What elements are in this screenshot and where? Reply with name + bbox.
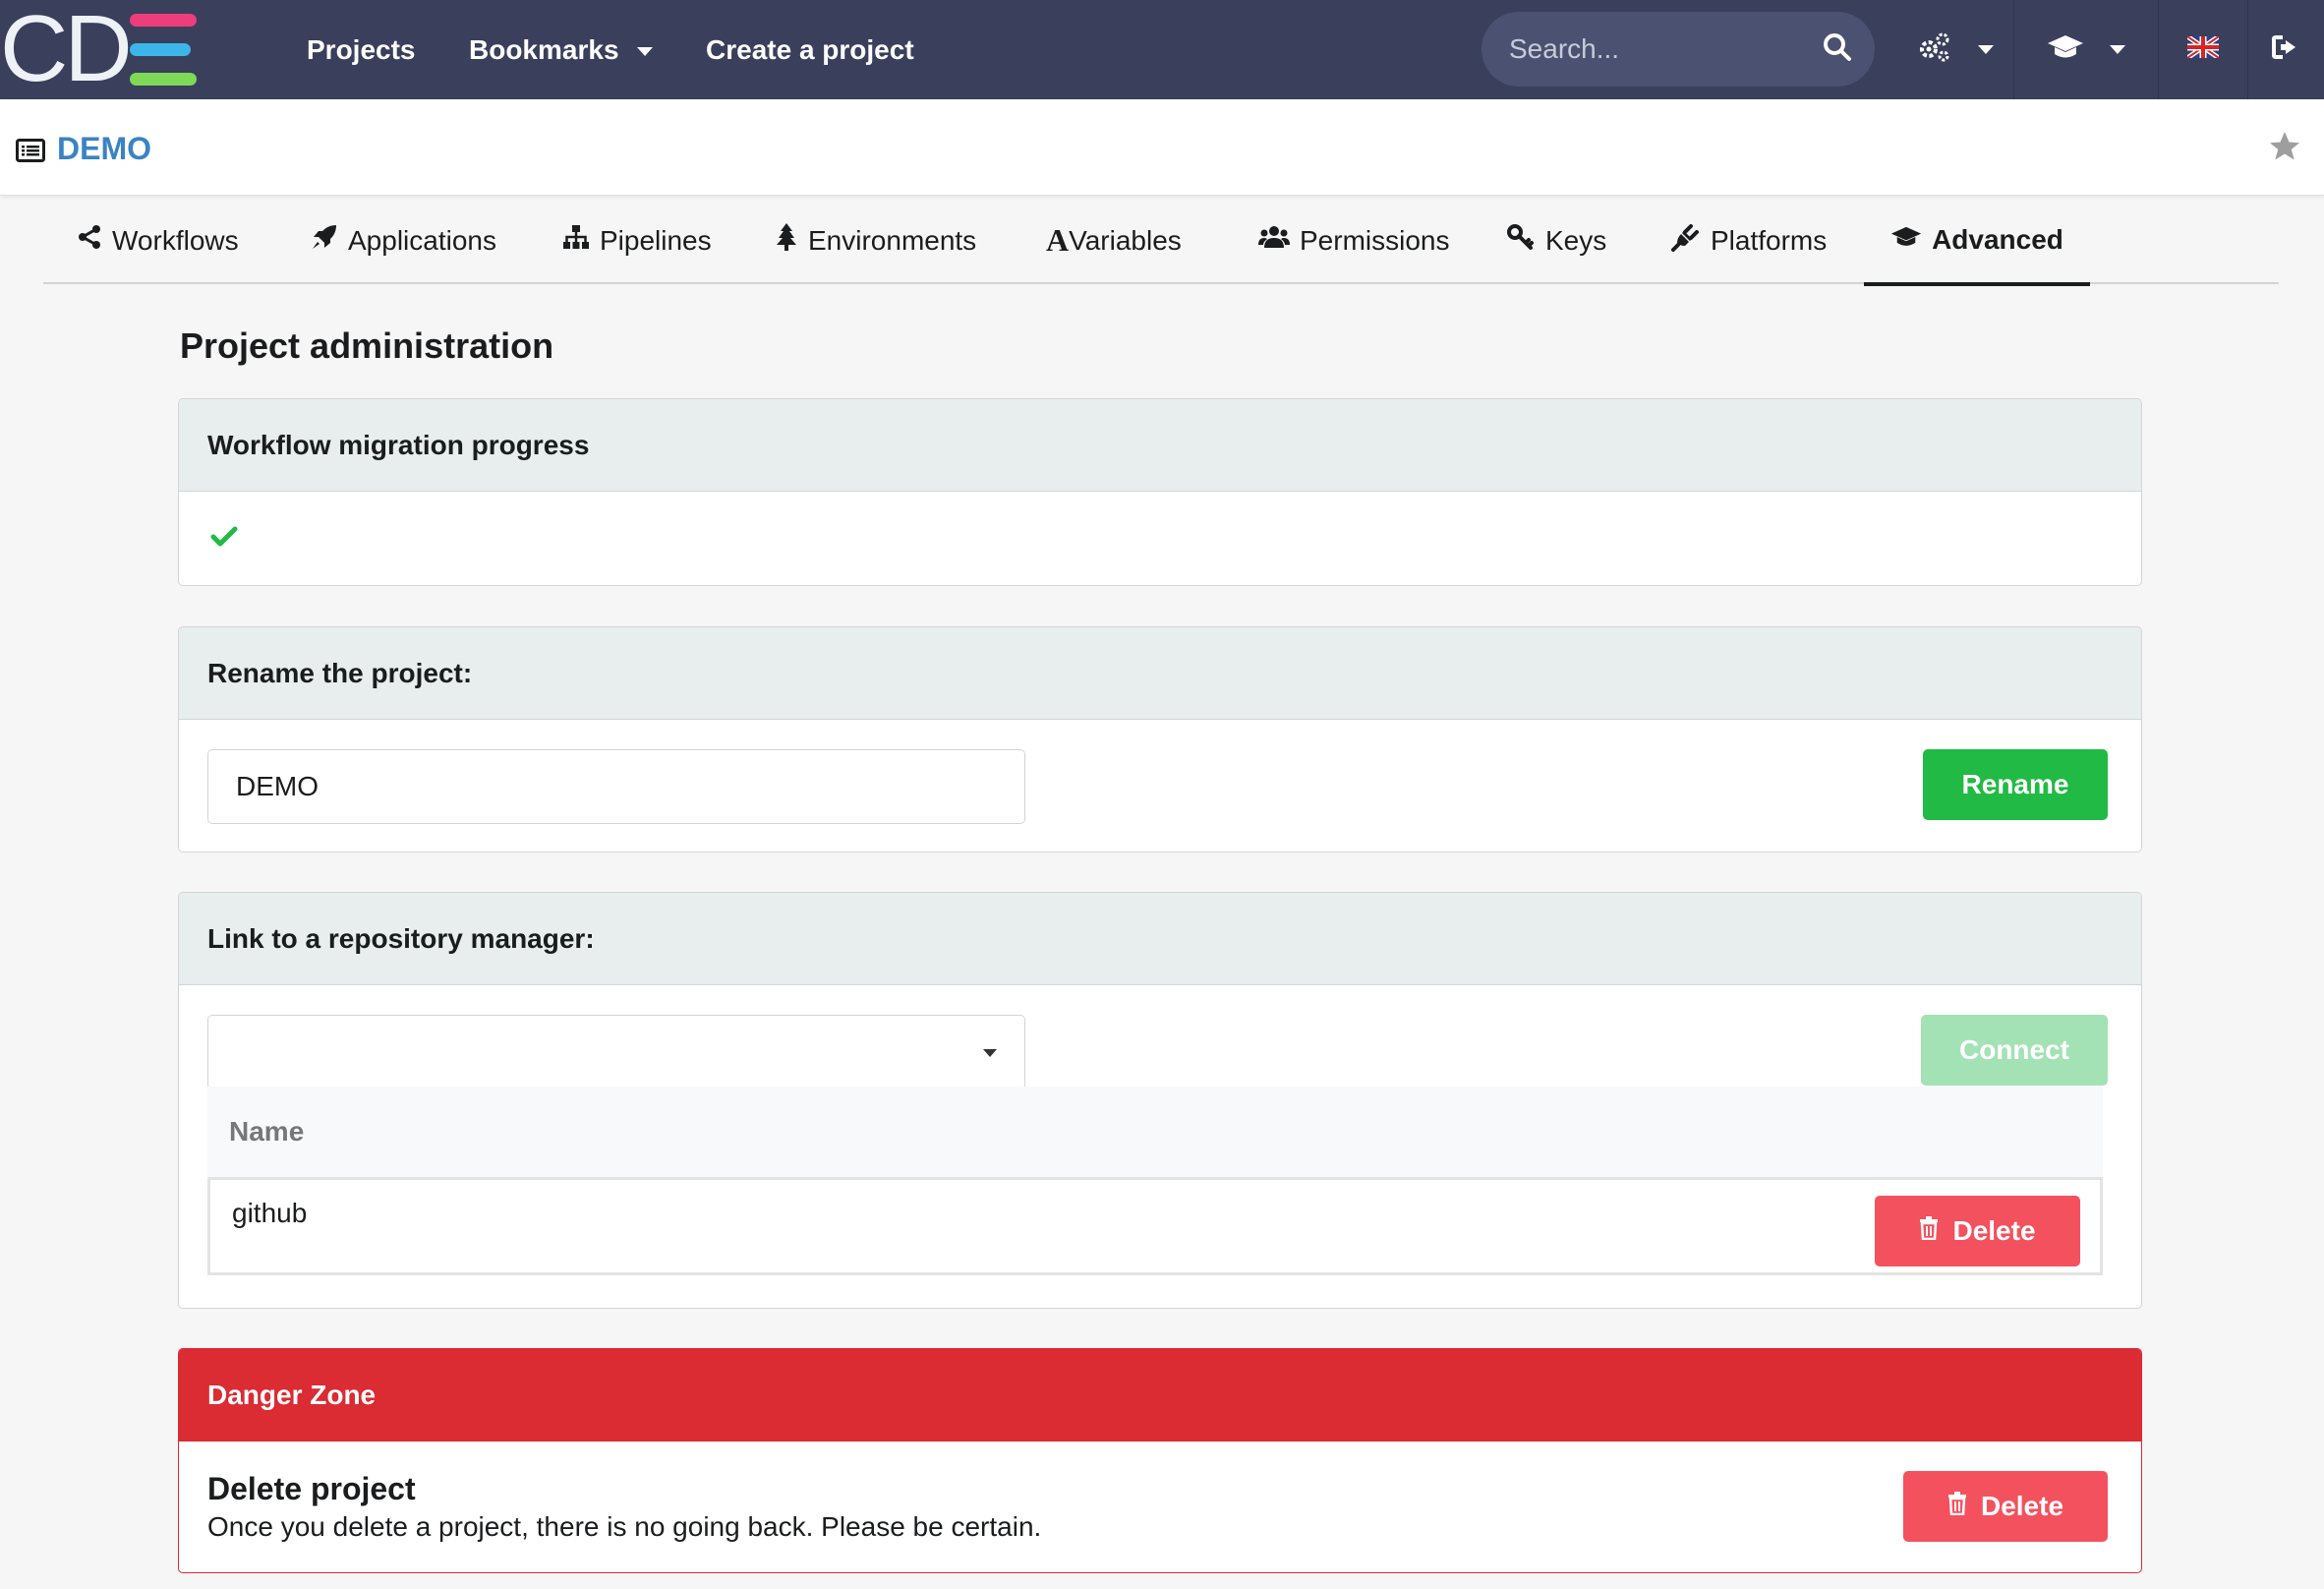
nav-create-project[interactable]: Create a project [706, 0, 914, 99]
tab-label: Variables [1069, 224, 1182, 256]
connect-button[interactable]: Connect [1921, 1015, 2108, 1086]
search-input[interactable] [1509, 29, 1804, 69]
trash-icon [1947, 1491, 1981, 1522]
tab-variables[interactable]: A Variables [1046, 197, 1182, 284]
migration-panel: Workflow migration progress [178, 398, 2142, 586]
tab-platforms[interactable]: Platforms [1671, 197, 1827, 284]
share-icon [77, 224, 112, 257]
tab-label: Workflows [112, 224, 239, 256]
delete-project-description: Once you delete a project, there is no g… [207, 1511, 1042, 1542]
tab-label: Permissions [1300, 224, 1450, 256]
tab-applications[interactable]: Applications [311, 197, 496, 284]
project-name-input[interactable] [236, 750, 970, 823]
logo-bar-blue [130, 43, 191, 56]
danger-zone-header: Danger Zone [179, 1349, 2141, 1442]
project-tabs: Workflows Applications Pipelines Environ… [43, 197, 2279, 286]
project-name-link[interactable]: DEMO [57, 131, 151, 167]
panel-header: Rename the project: [179, 627, 2141, 720]
tab-environments[interactable]: Environments [775, 197, 976, 284]
chevron-down-icon [983, 1049, 997, 1057]
nav-bookmarks[interactable]: Bookmarks [469, 0, 653, 99]
sitemap-icon [562, 224, 600, 257]
tab-pipelines[interactable]: Pipelines [562, 197, 712, 284]
nav-projects[interactable]: Projects [307, 0, 416, 99]
rename-panel: Rename the project: Rename [178, 626, 2142, 853]
sign-out-icon [2271, 34, 2301, 65]
chevron-down-icon [1978, 45, 1994, 54]
logout-button[interactable] [2248, 0, 2324, 99]
page-title: Project administration [180, 325, 554, 366]
tab-workflows[interactable]: Workflows [77, 197, 239, 284]
search-icon[interactable] [1822, 31, 1853, 68]
table-header-name: Name [207, 1087, 2103, 1177]
graduation-cap-icon [2047, 33, 2084, 66]
logo-text: CD [0, 0, 133, 101]
tab-label: Pipelines [600, 224, 712, 256]
project-name-field[interactable] [207, 749, 1025, 824]
delete-repo-button[interactable]: Delete [1875, 1196, 2080, 1266]
tab-label: Applications [348, 224, 496, 256]
table-row: github Delete [207, 1177, 2103, 1275]
uk-flag-icon [2185, 33, 2221, 63]
graduation-cap-icon [1890, 224, 1932, 256]
tutorial-menu[interactable] [2015, 0, 2157, 99]
users-icon [1258, 224, 1300, 257]
nav-bookmarks-label: Bookmarks [469, 34, 619, 65]
repo-name-cell: github [232, 1198, 308, 1228]
logo-bar-green [130, 73, 197, 86]
tab-label: Advanced [1932, 223, 2063, 255]
cogs-icon [1917, 31, 1952, 68]
logo-bar-pink [130, 14, 197, 27]
tab-keys[interactable]: Keys [1506, 197, 1606, 284]
check-icon [210, 526, 238, 553]
trash-icon [1919, 1215, 1952, 1247]
repo-manager-select[interactable] [207, 1015, 1025, 1089]
font-icon: A [1046, 222, 1070, 258]
tab-label: Platforms [1711, 224, 1828, 256]
settings-menu[interactable] [1897, 0, 2013, 99]
panel-header: Link to a repository manager: [179, 893, 2141, 985]
delete-project-button[interactable]: Delete [1903, 1471, 2108, 1542]
delete-project-title: Delete project [207, 1471, 416, 1506]
search-box[interactable] [1482, 12, 1875, 87]
top-navbar: CD Projects Bookmarks Create a project [0, 0, 2324, 99]
chevron-down-icon [2110, 45, 2125, 54]
key-icon [1506, 223, 1545, 258]
chevron-down-icon [636, 47, 653, 57]
tab-label: Keys [1545, 224, 1607, 256]
language-menu[interactable] [2159, 0, 2247, 99]
rename-button[interactable]: Rename [1923, 749, 2108, 820]
tab-label: Environments [808, 224, 977, 256]
list-alt-icon [16, 139, 45, 167]
button-label: Delete [1952, 1215, 2036, 1246]
tab-advanced[interactable]: Advanced [1864, 197, 2090, 286]
cds-logo[interactable]: CD [0, 0, 206, 99]
nav-divider [2013, 0, 2014, 99]
repo-manager-panel: Link to a repository manager: Connect Na… [178, 892, 2142, 1309]
button-label: Delete [1980, 1491, 2064, 1521]
tab-permissions[interactable]: Permissions [1258, 197, 1449, 284]
danger-zone-panel: Danger Zone Delete project Once you dele… [178, 1348, 2142, 1573]
tree-icon [775, 222, 808, 259]
project-header: DEMO [0, 99, 2324, 196]
panel-header: Workflow migration progress [179, 399, 2141, 492]
plug-icon [1671, 222, 1711, 259]
rocket-icon [311, 223, 348, 258]
star-icon[interactable] [2267, 129, 2302, 169]
